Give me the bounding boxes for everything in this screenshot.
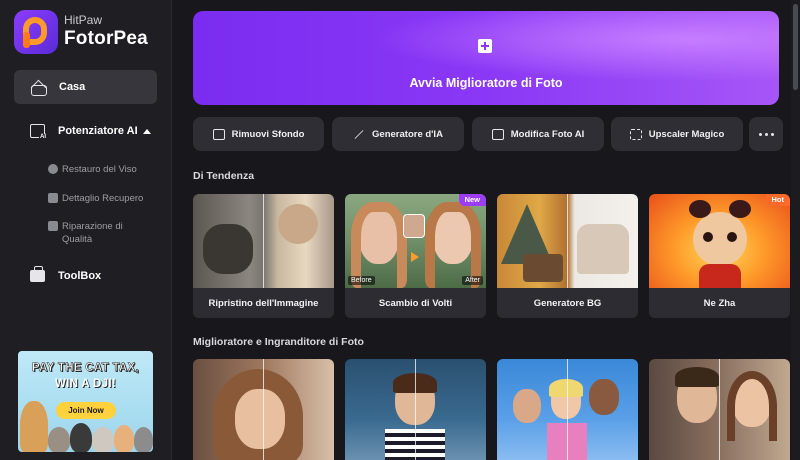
cat-image: [70, 423, 92, 452]
before-label: Before: [348, 276, 375, 285]
tool-label: Upscaler Magico: [648, 128, 725, 140]
trending-card-image-restore[interactable]: Ripristino dell'Immagine: [193, 194, 334, 318]
ai-photo-edit-button[interactable]: Modifica Foto AI: [472, 117, 604, 151]
sidebar-subitem-face-restore[interactable]: Restauro del Viso: [48, 163, 137, 176]
new-badge: New: [458, 194, 486, 206]
sidebar-subitem-quality-repair[interactable]: Riparazione di Qualità: [48, 220, 148, 246]
remove-background-button[interactable]: Rimuovi Sfondo: [193, 117, 324, 151]
cat-image: [48, 427, 70, 452]
hot-badge: Hot: [765, 194, 790, 206]
sidebar-subitem-label: Restauro del Viso: [62, 164, 137, 175]
brand-name: FotorPea: [64, 28, 148, 49]
after-label: After: [462, 276, 483, 285]
more-icon: [758, 132, 762, 136]
sidebar-subitem-label: Dettaglio Recupero: [62, 193, 144, 204]
more-tools-button[interactable]: [749, 117, 783, 151]
cat-image: [134, 427, 153, 452]
hero-label: Avvia Miglioratore di Foto: [409, 76, 563, 90]
repair-icon: [48, 221, 58, 231]
sidebar-subitem-detail-recovery[interactable]: Dettaglio Recupero: [48, 192, 143, 205]
enhancer-card-child[interactable]: [345, 359, 486, 460]
plus-icon: [478, 39, 492, 53]
card-title: Generatore BG: [533, 298, 602, 309]
scrollbar-thumb[interactable]: [793, 4, 798, 90]
toolbox-icon: [30, 266, 45, 282]
card-thumbnail: Before After: [345, 194, 486, 288]
card-thumbnail: [497, 194, 638, 288]
main-scrollbar[interactable]: [791, 0, 800, 460]
face-icon: [48, 164, 58, 174]
cat-image: [20, 401, 48, 452]
section-title-trending: Di Tendenza: [193, 170, 255, 182]
sidebar-item-ai-enhancer[interactable]: Potenziatore AI: [30, 124, 151, 140]
cat-image: [92, 427, 114, 452]
trending-card-ne-zha[interactable]: Hot Ne Zha: [649, 194, 790, 318]
image-icon: [48, 193, 58, 203]
start-enhancer-button[interactable]: Avvia Miglioratore di Foto: [193, 11, 779, 105]
sidebar-item-label: ToolBox: [58, 270, 102, 282]
sidebar-subitem-label: Riparazione di Qualità: [62, 221, 123, 245]
source-face-thumbnail: [403, 214, 425, 238]
magic-wand-icon: [354, 129, 364, 139]
sidebar-item-toolbox[interactable]: ToolBox: [30, 266, 102, 282]
promo-headline: PAY THE CAT TAX,: [31, 362, 140, 375]
trending-card-face-swap[interactable]: Before After New Scambio di Volti: [345, 194, 486, 318]
chevron-up-icon: [142, 128, 151, 134]
expand-icon: [629, 128, 642, 140]
ai-image-icon: [30, 124, 47, 140]
join-now-button[interactable]: Join Now: [56, 402, 116, 419]
book-icon: [212, 128, 225, 140]
tool-label: Modifica Foto AI: [510, 128, 585, 140]
card-title: Scambio di Volti: [378, 298, 453, 309]
arrow-right-icon: [411, 252, 419, 262]
app-logo: [14, 10, 58, 54]
photo-edit-icon: [491, 128, 504, 140]
enhancer-card-group[interactable]: [497, 359, 638, 460]
sidebar-item-label: Casa: [59, 81, 86, 93]
home-icon: [31, 81, 47, 96]
card-thumbnail: [193, 194, 334, 288]
sidebar-item-label: Potenziatore AI: [58, 125, 138, 137]
magic-upscaler-button[interactable]: Upscaler Magico: [611, 117, 743, 151]
enhancer-card-couple[interactable]: [649, 359, 790, 460]
cat-image: [114, 425, 134, 452]
tool-label: Rimuovi Sfondo: [231, 128, 305, 140]
tool-label: Generatore d'IA: [372, 128, 443, 140]
brand-company: HitPaw: [64, 13, 103, 27]
sidebar-item-home[interactable]: Casa: [14, 70, 157, 104]
sidebar: HitPaw FotorPea Casa Potenziatore AI Res…: [0, 0, 172, 460]
ai-generator-button[interactable]: Generatore d'IA: [332, 117, 464, 151]
promo-banner[interactable]: PAY THE CAT TAX, WIN A DJI! Join Now: [18, 351, 153, 452]
section-title-enhancer: Miglioratore e Ingranditore di Foto: [193, 336, 364, 348]
card-title: Ripristino dell'Immagine: [208, 298, 319, 309]
enhancer-card-portrait[interactable]: [193, 359, 334, 460]
trending-card-bg-generator[interactable]: Generatore BG: [497, 194, 638, 318]
card-title: Ne Zha: [703, 298, 736, 309]
promo-subheadline: WIN A DJI!: [55, 378, 116, 390]
card-thumbnail: [649, 194, 790, 288]
